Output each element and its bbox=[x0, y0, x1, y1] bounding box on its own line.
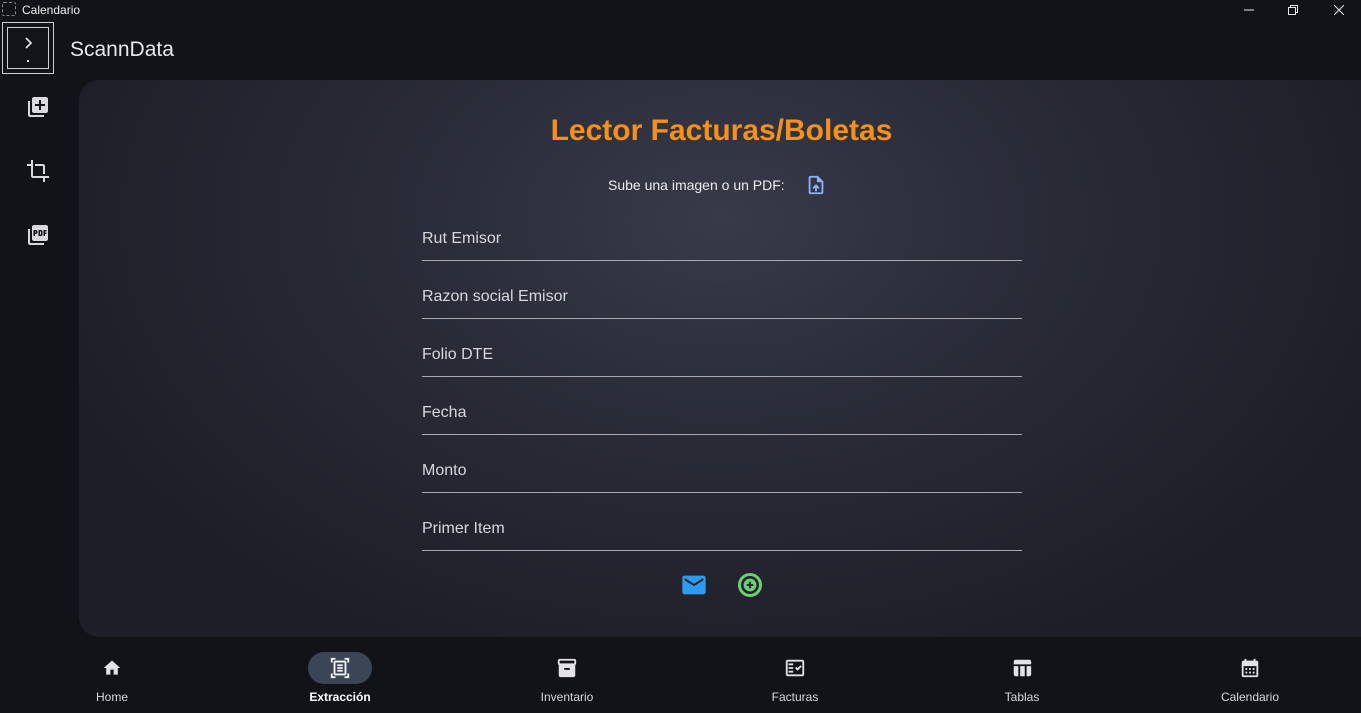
restore-button[interactable] bbox=[1270, 0, 1316, 20]
upload-row: Sube una imagen o un PDF: bbox=[608, 174, 827, 196]
close-icon bbox=[1334, 5, 1344, 15]
archive-icon bbox=[557, 658, 577, 678]
nav-pill-active bbox=[308, 652, 372, 684]
monto-field[interactable] bbox=[422, 435, 1022, 493]
nav-pill bbox=[763, 652, 827, 684]
nav-item-facturas[interactable]: Facturas bbox=[735, 652, 855, 708]
nav-item-calendario[interactable]: Calendario bbox=[1190, 652, 1310, 708]
nav-label-calendario: Calendario bbox=[1220, 690, 1280, 704]
restore-icon bbox=[1288, 5, 1298, 15]
nav-label-tablas: Tablas bbox=[1004, 690, 1040, 704]
folio-dte-input[interactable] bbox=[422, 319, 1022, 376]
nav-item-home[interactable]: Home bbox=[52, 652, 172, 708]
rut-emisor-input[interactable] bbox=[422, 203, 1022, 260]
chevron-right-icon bbox=[25, 37, 33, 49]
monto-input[interactable] bbox=[422, 435, 1022, 492]
window-title: Calendario bbox=[22, 3, 81, 17]
add-circle-icon[interactable] bbox=[736, 571, 764, 599]
folio-dte-field[interactable] bbox=[422, 319, 1022, 377]
rut-emisor-field[interactable] bbox=[422, 203, 1022, 261]
title-bar: Calendario bbox=[0, 0, 1361, 20]
crop-icon[interactable] bbox=[25, 158, 51, 184]
app-icon bbox=[2, 2, 16, 16]
nav-pill bbox=[990, 652, 1054, 684]
nav-label-inventario: Inventario bbox=[540, 690, 594, 704]
razon-social-field[interactable] bbox=[422, 261, 1022, 319]
upload-label: Sube una imagen o un PDF: bbox=[608, 177, 785, 193]
razon-social-input[interactable] bbox=[422, 261, 1022, 318]
fecha-input[interactable] bbox=[422, 377, 1022, 434]
mail-icon[interactable] bbox=[680, 571, 708, 599]
close-button[interactable] bbox=[1316, 0, 1361, 20]
nav-label-home: Home bbox=[95, 690, 128, 704]
primer-item-input[interactable] bbox=[422, 493, 1022, 550]
nav-item-inventario[interactable]: Inventario bbox=[507, 652, 627, 708]
expand-rail-button[interactable] bbox=[2, 22, 54, 74]
fecha-field[interactable] bbox=[422, 377, 1022, 435]
page-title: Lector Facturas/Boletas bbox=[550, 114, 893, 147]
pdf-icon[interactable] bbox=[25, 222, 51, 248]
minimize-icon bbox=[1244, 9, 1254, 11]
minimize-button[interactable] bbox=[1226, 0, 1272, 20]
home-icon bbox=[103, 660, 121, 675]
nav-pill bbox=[80, 652, 144, 684]
fact-check-icon bbox=[785, 659, 805, 677]
nav-item-tablas[interactable]: Tablas bbox=[962, 652, 1082, 708]
nav-label-extraccion: Extracción bbox=[309, 690, 371, 704]
nav-pill bbox=[1218, 652, 1282, 684]
nav-label-facturas: Facturas bbox=[771, 690, 819, 704]
nav-pill bbox=[535, 652, 599, 684]
dot-indicator bbox=[27, 60, 29, 62]
nav-item-extraccion[interactable]: Extracción bbox=[280, 652, 400, 708]
app-title: ScannData bbox=[70, 38, 174, 61]
primer-item-field[interactable] bbox=[422, 493, 1022, 551]
calendar-icon bbox=[1241, 658, 1259, 678]
document-scanner-icon bbox=[330, 657, 350, 679]
bottom-navigation: Home Extracción Inventario Facturas Tabl… bbox=[0, 640, 1361, 713]
upload-file-icon[interactable] bbox=[805, 174, 827, 196]
table-icon bbox=[1013, 659, 1032, 677]
